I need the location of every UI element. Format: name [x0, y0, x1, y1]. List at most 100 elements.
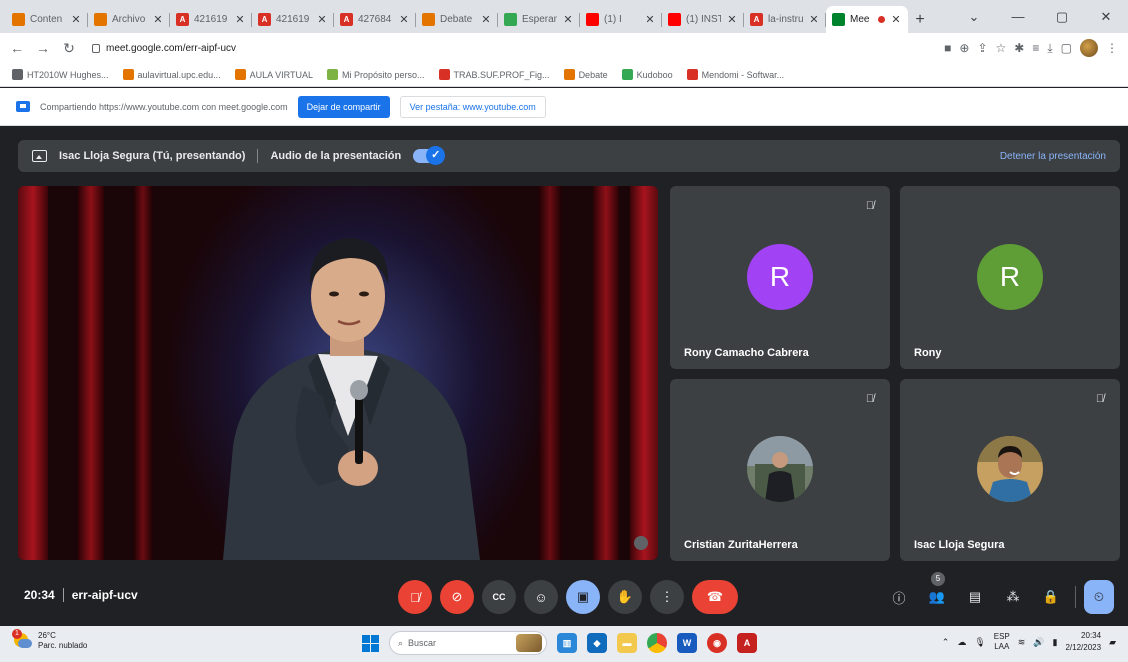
presenting-bar: Isac Lloja Segura (Tú, presentando) Audi… — [18, 140, 1120, 172]
bookmark-item[interactable]: aulavirtual.upc.edu... — [122, 69, 221, 80]
browser-tab[interactable]: Mee ✕ — [826, 6, 908, 33]
weather-widget[interactable]: 1 26°C Parc. nublado — [12, 629, 87, 651]
bookmark-item[interactable]: Kudoboo — [621, 69, 673, 80]
close-tab-icon[interactable]: ✕ — [562, 13, 574, 26]
browser-tab[interactable]: Debate ✕ — [416, 6, 498, 33]
presentation-video[interactable] — [18, 186, 658, 560]
participant-tile[interactable]: 🎙̸ Isac Lloja Segura — [900, 379, 1120, 561]
file-explorer-icon[interactable]: ▬ — [617, 633, 637, 653]
lock-icon[interactable] — [92, 43, 100, 53]
browser-tab[interactable]: Conten ✕ — [6, 6, 88, 33]
close-window-icon[interactable]: ✕ — [1084, 9, 1128, 25]
browser-tab[interactable]: (1) INST ✕ — [662, 6, 744, 33]
browser-tab[interactable]: Ala-instru ✕ — [744, 6, 826, 33]
word-icon[interactable]: W — [677, 633, 697, 653]
tab-favicon-icon — [832, 13, 845, 26]
forward-icon[interactable]: → — [32, 37, 54, 59]
browser-tab[interactable]: Esperan ✕ — [498, 6, 580, 33]
app-icon-red[interactable]: ◉ — [707, 633, 727, 653]
browser-tab[interactable]: (1) I ✕ — [580, 6, 662, 33]
browser-tab[interactable]: Archivo ✕ — [88, 6, 170, 33]
bookmark-item[interactable]: Mi Propósito perso... — [326, 69, 425, 80]
close-tab-icon[interactable]: ✕ — [480, 13, 492, 26]
participant-tile[interactable]: R Rony — [900, 186, 1120, 369]
timer-icon[interactable]: ⏲ — [1084, 580, 1114, 614]
volume-icon[interactable]: 🔊 — [1033, 637, 1044, 648]
side-panel-icon[interactable]: ▢ — [1061, 41, 1072, 55]
battery-icon[interactable]: ▮ — [1053, 637, 1058, 648]
language-indicator[interactable]: ESP LAA — [994, 632, 1010, 652]
acrobat-icon[interactable]: A — [737, 633, 757, 653]
activities-icon[interactable]: ⁂ — [997, 580, 1029, 614]
mic-tray-icon[interactable]: 🎙 — [974, 637, 985, 648]
address-bar[interactable]: meet.google.com/err-aipf-ucv — [84, 37, 940, 59]
taskbar-search[interactable]: ⌕ Buscar — [389, 631, 547, 655]
close-tab-icon[interactable]: ✕ — [398, 13, 410, 26]
close-tab-icon[interactable]: ✕ — [234, 13, 246, 26]
emoji-icon[interactable]: ☺ — [524, 580, 558, 614]
stop-sharing-button[interactable]: Dejar de compartir — [297, 95, 390, 118]
browser-tab[interactable]: A 421619 ✕ — [252, 6, 334, 33]
mic-off-icon[interactable]: 🎙̸ — [398, 580, 432, 614]
notifications-icon[interactable]: ▰ — [1109, 637, 1116, 648]
chat-icon[interactable]: ▤ — [959, 580, 991, 614]
participant-photo — [977, 436, 1043, 502]
chrome-icon[interactable] — [647, 633, 667, 653]
stop-presenting-button[interactable]: Detener la presentación — [1000, 151, 1106, 162]
participant-tile[interactable]: 🎙̸ Cristian ZuritaHerrera — [670, 379, 890, 561]
camera-off-icon[interactable]: ⊘ — [440, 580, 474, 614]
raise-hand-icon[interactable]: ✋ — [608, 580, 642, 614]
bookmark-item[interactable]: HT2010W Hughes... — [12, 69, 109, 80]
view-tab-button[interactable]: Ver pestaña: www.youtube.com — [399, 95, 546, 118]
close-tab-icon[interactable]: ✕ — [316, 13, 328, 26]
task-view-icon[interactable]: ▥ — [557, 633, 577, 653]
more-options-icon[interactable]: ⋮ — [650, 580, 684, 614]
reading-list-icon[interactable]: ≡ — [1032, 41, 1039, 55]
search-highlight-image — [516, 634, 542, 652]
close-tab-icon[interactable]: ✕ — [70, 13, 82, 26]
bookmark-item[interactable]: AULA VIRTUAL — [234, 69, 313, 80]
menu-icon[interactable]: ⋮ — [1106, 41, 1118, 55]
bookmark-star-icon[interactable]: ☆ — [996, 41, 1007, 55]
bookmark-item[interactable]: Mendomi - Softwar... — [686, 69, 784, 80]
host-controls-icon[interactable]: 🔒 — [1035, 580, 1067, 614]
meeting-info-icon[interactable]: ⓘ — [883, 580, 915, 614]
browser-tab[interactable]: A 421619 ✕ — [170, 6, 252, 33]
people-icon[interactable]: 👥 5 — [921, 572, 953, 614]
minimize-icon[interactable]: — — [996, 9, 1040, 24]
maximize-icon[interactable]: ▢ — [1040, 9, 1084, 25]
camera-indicator-icon[interactable]: ■ — [944, 41, 951, 55]
close-tab-icon[interactable]: ✕ — [890, 13, 902, 26]
tab-favicon-icon: A — [176, 13, 189, 26]
close-tab-icon[interactable]: ✕ — [726, 13, 738, 26]
reload-icon[interactable]: ↻ — [58, 37, 80, 59]
extensions-icon[interactable]: ✱ — [1014, 41, 1024, 55]
onedrive-icon[interactable]: ☁ — [957, 637, 966, 648]
close-tab-icon[interactable]: ✕ — [152, 13, 164, 26]
bookmark-label: Kudoboo — [636, 69, 673, 80]
profile-avatar[interactable] — [1080, 39, 1098, 57]
wifi-icon[interactable]: ≋ — [1018, 637, 1026, 648]
close-tab-icon[interactable]: ✕ — [808, 13, 820, 26]
zoom-icon[interactable]: ⊕ — [959, 41, 969, 55]
present-now-icon[interactable]: ▣ — [566, 580, 600, 614]
close-tab-icon[interactable]: ✕ — [644, 13, 656, 26]
windows-start-icon[interactable] — [362, 634, 379, 652]
browser-tab[interactable]: A 427684 ✕ — [334, 6, 416, 33]
download-icon[interactable]: ⤓ — [1047, 41, 1052, 56]
bookmark-favicon-icon — [234, 69, 246, 80]
participant-tile[interactable]: 🎙̸ R Rony Camacho Cabrera — [670, 186, 890, 369]
url-text[interactable]: meet.google.com/err-aipf-ucv — [106, 43, 236, 54]
new-tab-button[interactable]: + — [908, 6, 932, 33]
audio-toggle[interactable] — [413, 146, 446, 165]
tab-search-icon[interactable]: ⌄ — [952, 9, 996, 25]
bookmark-item[interactable]: Debate — [563, 69, 608, 80]
captions-icon[interactable]: CC — [482, 580, 516, 614]
clock[interactable]: 20:34 2/12/2023 — [1065, 630, 1101, 654]
leave-call-icon[interactable]: ☎ — [692, 580, 738, 614]
share-page-icon[interactable]: ⇪ — [977, 41, 987, 55]
bookmark-item[interactable]: TRAB.SUF.PROF_Fig... — [438, 69, 550, 80]
back-icon[interactable]: ← — [6, 37, 28, 59]
chat-app-icon[interactable]: ◆ — [587, 633, 607, 653]
chevron-up-icon[interactable]: ⌃ — [942, 637, 950, 648]
